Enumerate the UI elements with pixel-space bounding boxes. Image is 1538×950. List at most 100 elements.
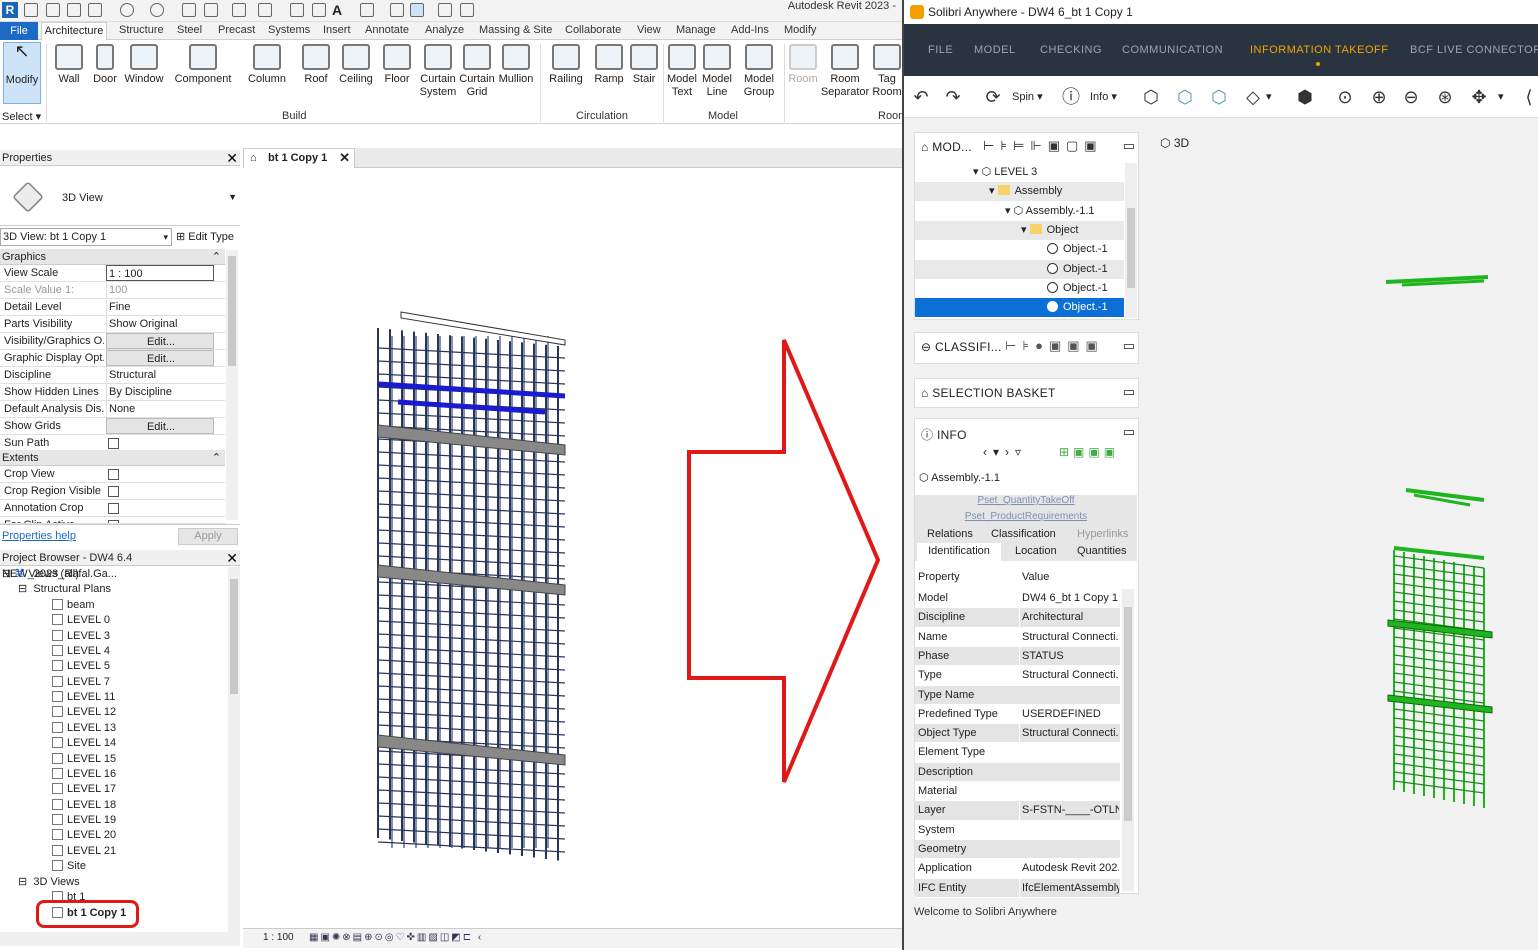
nav-checking[interactable]: CHECKING	[1040, 44, 1102, 56]
expand-icon[interactable]: ▾	[973, 166, 982, 178]
maximize-icon[interactable]: ▭	[1123, 338, 1135, 354]
info-scrollbar[interactable]	[1122, 589, 1134, 891]
measure-icon[interactable]: ⟨	[1518, 86, 1538, 108]
model-line-button[interactable]: Model Line	[700, 42, 734, 99]
cubes-icon[interactable]: ⬡	[1174, 86, 1196, 108]
tree-node[interactable]: Object.-1	[915, 259, 1124, 279]
ceiling-button[interactable]: Ceiling	[336, 42, 376, 86]
tab-manage[interactable]: Manage	[676, 24, 716, 36]
tree-plan-item[interactable]: LEVEL 14	[52, 736, 116, 750]
info-row[interactable]: Model DW4 6_bt 1 Copy 1	[915, 589, 1120, 609]
ramp-button[interactable]: Ramp	[592, 42, 626, 86]
scroll-thumb[interactable]	[228, 256, 236, 366]
sync-icon[interactable]	[88, 3, 102, 17]
info-row[interactable]: Predefined Type USERDEFINED	[915, 704, 1120, 725]
model-text-button[interactable]: Model Text	[666, 42, 698, 99]
property-row[interactable]: View Scale 1 : 100	[0, 265, 225, 282]
tag-room-button[interactable]: Tag Room	[872, 42, 902, 99]
3d-icon[interactable]	[360, 3, 374, 17]
select-dropdown[interactable]: Select ▾	[2, 110, 41, 123]
tree-structural-plans[interactable]: ⊟ Structural Plans	[18, 582, 111, 596]
revit-3d-canvas[interactable]	[243, 170, 902, 926]
tree-plan-item[interactable]: Site	[52, 859, 86, 873]
floor-button[interactable]: Floor	[380, 42, 414, 86]
zoom-fit-icon[interactable]: ⊙	[1334, 86, 1356, 108]
tree-plan-item[interactable]: LEVEL 11	[52, 690, 115, 704]
info-row[interactable]: Geometry	[915, 839, 1120, 860]
info-row[interactable]: Phase STATUS	[915, 646, 1120, 667]
room-separator-button[interactable]: Room Separator	[820, 42, 870, 99]
revit-logo-icon[interactable]: R	[2, 2, 18, 18]
info-nav-icons[interactable]: ‹▾›▿	[983, 445, 1027, 459]
zoom-out-icon[interactable]: ⊖	[1400, 86, 1422, 108]
tab-view[interactable]: View	[637, 24, 661, 36]
undo-icon[interactable]	[120, 3, 134, 17]
maximize-icon[interactable]: ▭	[1123, 384, 1135, 400]
tab-file[interactable]: File	[0, 22, 38, 40]
model-tree-tool-icons[interactable]: ⊢⊧⊨⊩▣▢▣	[983, 138, 1103, 154]
info-row[interactable]: Discipline Architectural	[915, 608, 1120, 628]
save-icon[interactable]	[67, 3, 81, 17]
sun-path-checkbox[interactable]	[108, 438, 119, 449]
nav-file[interactable]: FILE	[928, 44, 953, 56]
tab-precast[interactable]: Precast	[218, 24, 255, 36]
undo-icon[interactable]: ↶	[910, 86, 932, 108]
stair-button[interactable]: Stair	[628, 42, 660, 86]
dimension-icon[interactable]	[258, 3, 272, 17]
tree-plan-item[interactable]: LEVEL 4	[52, 644, 110, 658]
property-value[interactable]: Edit...	[106, 350, 214, 366]
tree-plan-item[interactable]: LEVEL 3	[52, 629, 110, 643]
tree-plan-item[interactable]: LEVEL 12	[52, 705, 116, 719]
tree-plan-item[interactable]: LEVEL 16	[52, 767, 116, 781]
maximize-icon[interactable]: ▭	[1123, 138, 1135, 154]
tab-relations[interactable]: Relations	[927, 528, 973, 540]
apply-button[interactable]: Apply	[178, 528, 238, 545]
nav-information-takeoff[interactable]: INFORMATION TAKEOFF	[1250, 44, 1388, 56]
tree-scrollbar[interactable]	[1125, 163, 1137, 318]
chevron-down-icon[interactable]: ▾	[1266, 90, 1272, 103]
property-value[interactable]: 1 : 100	[106, 265, 214, 281]
open-icon[interactable]	[46, 3, 60, 17]
chevron-down-icon[interactable]: ▼	[228, 192, 237, 202]
info-row[interactable]: Type Structural Connecti...	[915, 666, 1120, 686]
tree-plan-item[interactable]: LEVEL 19	[52, 813, 116, 827]
info-tool-icons[interactable]: ⊞▣▣▣	[1059, 445, 1119, 459]
info-row[interactable]: Element Type	[915, 743, 1120, 763]
text-a-icon[interactable]: A	[332, 2, 342, 18]
property-row[interactable]: Graphic Display Opt... Edit...	[0, 350, 225, 367]
chevron-down-icon[interactable]: ▾	[1498, 90, 1504, 103]
extents-group[interactable]: Extents ⌃	[0, 450, 225, 466]
edit-type-button[interactable]: ⊞ Edit Type	[176, 230, 234, 243]
view-tab-bt1-copy1[interactable]: ⌂ bt 1 Copy 1 ✕	[243, 148, 355, 168]
tree-plan-item[interactable]: LEVEL 18	[52, 798, 116, 812]
tree-plan-item[interactable]: beam	[52, 598, 95, 612]
graphics-group[interactable]: Graphics ⌃	[0, 249, 225, 265]
info-row[interactable]: Name Structural Connecti...	[915, 627, 1120, 647]
property-value[interactable]: Fine	[106, 299, 214, 315]
type-selector[interactable]: 3D View ▼	[0, 168, 240, 226]
redo-icon[interactable]: ↷	[942, 86, 964, 108]
cube-icon[interactable]: ⬡	[1140, 86, 1162, 108]
tag-icon[interactable]	[290, 3, 304, 17]
thin-lines-icon[interactable]	[410, 3, 424, 17]
property-row[interactable]: Show Grids Edit...	[0, 418, 225, 435]
print-icon[interactable]	[182, 3, 196, 17]
property-value[interactable]: None	[106, 401, 214, 417]
model-group-button[interactable]: Model Group	[740, 42, 778, 99]
property-value[interactable]: Edit...	[106, 418, 214, 434]
tab-structure[interactable]: Structure	[119, 24, 164, 36]
pan-icon[interactable]: ✥	[1468, 86, 1490, 108]
door-button[interactable]: Door	[90, 42, 120, 86]
nav-model[interactable]: MODEL	[974, 44, 1016, 56]
tree-plan-item[interactable]: LEVEL 15	[52, 752, 116, 766]
tab-analyze[interactable]: Analyze	[425, 24, 464, 36]
extent-row[interactable]: Crop View	[0, 466, 225, 483]
instance-selector[interactable]: 3D View: bt 1 Copy 1 ▾	[0, 228, 172, 246]
nav-communication[interactable]: COMMUNICATION	[1122, 44, 1223, 56]
pdf-icon[interactable]	[204, 3, 218, 17]
tab-pset-quantitytakeoff[interactable]: Pset_QuantityTakeOff	[915, 495, 1137, 511]
expand-icon[interactable]: ▾	[989, 185, 998, 197]
info-row[interactable]: Type Name	[915, 685, 1120, 705]
info-row[interactable]: Layer S-FSTN-____-OTLN	[915, 801, 1120, 821]
text-icon[interactable]	[312, 3, 326, 17]
